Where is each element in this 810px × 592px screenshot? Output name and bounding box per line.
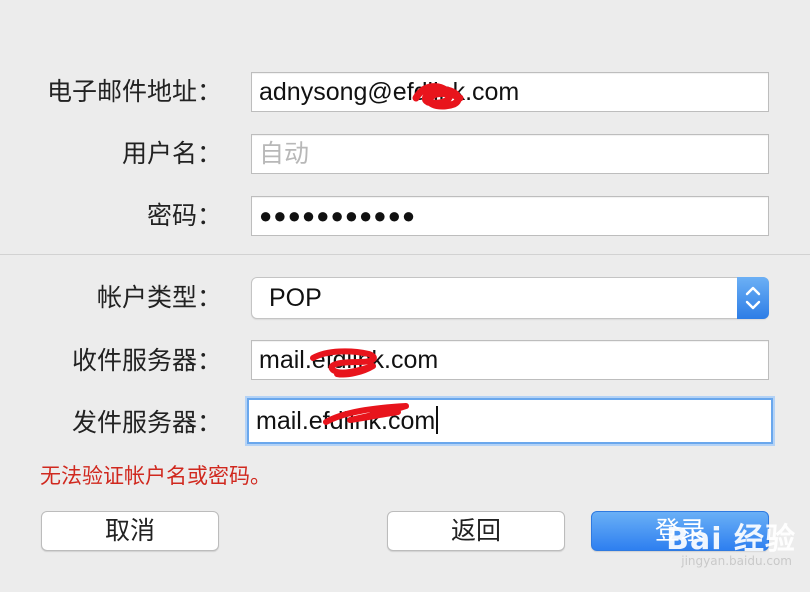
outgoing-server-value: mail.efdlink.com <box>256 407 436 435</box>
incoming-server-field[interactable]: mail.efdlink.com <box>251 340 769 380</box>
outgoing-server-label: 发件服务器： <box>71 408 222 437</box>
incoming-server-label: 收件服务器： <box>71 346 222 375</box>
account-type-value: POP <box>269 284 322 312</box>
account-type-select[interactable]: POP <box>251 277 769 319</box>
cancel-button[interactable]: 取消 <box>41 511 219 551</box>
baidu-watermark: Bai 经验 <box>666 522 796 557</box>
password-label: 密码： <box>146 201 222 230</box>
outgoing-server-field[interactable]: mail.efdlink.com <box>247 398 773 444</box>
watermark-url: jingyan.baidu.com <box>681 554 792 568</box>
back-button[interactable]: 返回 <box>387 511 565 551</box>
password-field[interactable]: ●●●●●●●●●●● <box>251 196 769 236</box>
email-label: 电子邮件地址： <box>46 77 222 106</box>
username-field[interactable]: 自动 <box>251 134 769 174</box>
username-label: 用户名： <box>121 139 222 168</box>
error-message: 无法验证帐户名或密码。 <box>40 464 271 488</box>
section-divider <box>0 254 810 255</box>
email-field[interactable]: adnysong@efdlink.com <box>251 72 769 112</box>
account-type-label: 帐户类型： <box>96 283 222 312</box>
text-caret <box>436 406 439 434</box>
chevron-updown-icon[interactable] <box>737 277 769 319</box>
